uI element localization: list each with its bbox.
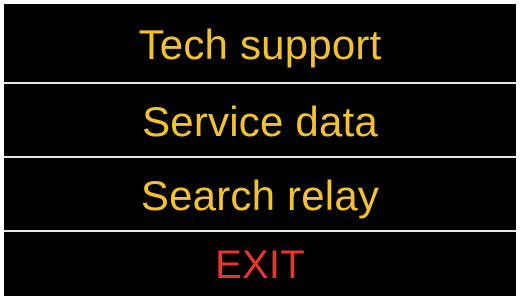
exit-menu-item[interactable]: EXIT bbox=[4, 233, 516, 296]
menu-divider bbox=[4, 230, 516, 232]
tech-support-menu-item[interactable]: Tech support bbox=[4, 8, 516, 82]
search-relay-menu-item[interactable]: Search relay bbox=[4, 159, 516, 233]
service-data-menu-item[interactable]: Service data bbox=[4, 85, 516, 159]
menu-screen: Tech support Service data Search relay E… bbox=[4, 4, 516, 296]
menu-divider bbox=[4, 156, 516, 158]
menu-divider bbox=[4, 82, 516, 84]
